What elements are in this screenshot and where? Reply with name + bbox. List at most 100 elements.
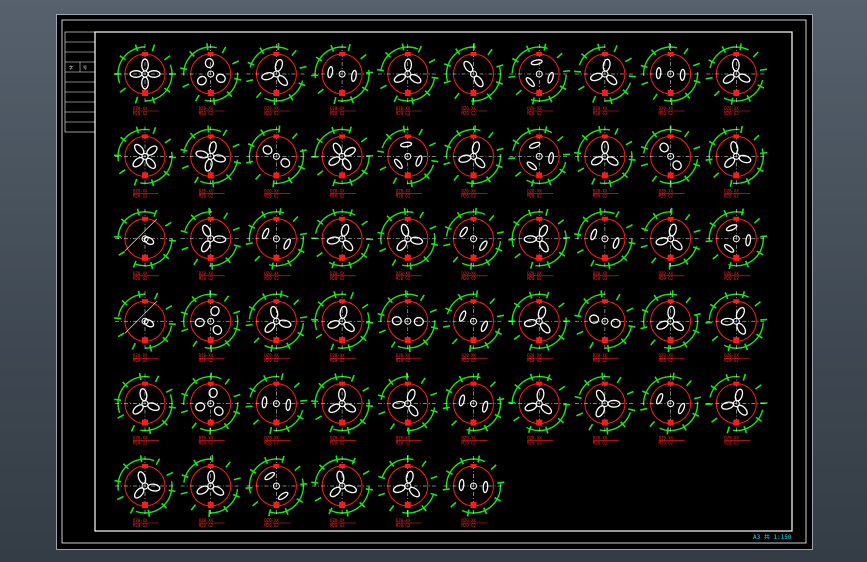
petal-hole bbox=[524, 402, 538, 412]
dimension-tick bbox=[349, 178, 353, 186]
petal-hole bbox=[471, 141, 481, 155]
dimension-arc bbox=[526, 161, 567, 185]
dimension-tick bbox=[349, 291, 354, 300]
bolt-holes bbox=[196, 57, 226, 86]
petal-hole bbox=[406, 388, 416, 402]
flange-part: DZ0-XXM20 G2 bbox=[640, 207, 701, 281]
dimension-tick bbox=[576, 330, 584, 336]
dimension-tick bbox=[148, 427, 152, 435]
dimension-tick bbox=[574, 395, 582, 399]
flange-part: DZ0-XXM20 G2 bbox=[574, 125, 636, 198]
red-marker bbox=[470, 134, 477, 139]
dimension-arc bbox=[643, 211, 673, 232]
dimension-tick bbox=[753, 134, 760, 141]
flange-part: DZ0-XXM20 G2 bbox=[180, 43, 242, 116]
dimension-tick bbox=[311, 481, 319, 484]
slot-hole bbox=[548, 151, 555, 165]
flange-part: DZ0-XXM20 G2 bbox=[508, 126, 571, 198]
part-spec: M20 G2 bbox=[330, 111, 345, 116]
dimension-tick bbox=[453, 174, 460, 181]
dimension-tick bbox=[153, 209, 158, 217]
petal-hole bbox=[720, 401, 735, 410]
dimension-tick bbox=[529, 373, 534, 381]
part-spec: M20 G2 bbox=[264, 276, 279, 281]
bolt-holes bbox=[132, 388, 160, 415]
part-spec: M20 G2 bbox=[593, 358, 608, 363]
part-spec: M20 G2 bbox=[724, 276, 739, 281]
dimension-tick bbox=[467, 427, 471, 435]
dimension-tick bbox=[114, 398, 122, 402]
part-spec: M20 G2 bbox=[659, 358, 674, 363]
dimension-tick bbox=[531, 97, 535, 105]
cad-canvas[interactable]: 字号 DZ0-XX M20 G2 DZ0-XX M20 G2 DZ0-XX M20 G2 D… bbox=[0, 0, 867, 562]
red-marker bbox=[536, 52, 543, 56]
part-spec: M20 G2 bbox=[396, 358, 411, 363]
slot-hole bbox=[482, 480, 489, 494]
dimension-tick bbox=[118, 169, 126, 175]
part-spec: M20 G2 bbox=[330, 358, 345, 363]
dimension-tick bbox=[147, 509, 151, 517]
red-marker bbox=[273, 419, 280, 426]
dimension-tick bbox=[299, 149, 307, 153]
slot-hole bbox=[526, 161, 538, 171]
red-marker bbox=[339, 381, 346, 386]
dimension-tick bbox=[490, 464, 497, 471]
round-hole bbox=[280, 158, 291, 168]
slot-hole bbox=[400, 141, 413, 148]
flange-part: DZ0-XXM20 G2 bbox=[180, 290, 241, 363]
petal-hole bbox=[523, 235, 537, 244]
dimension-tick bbox=[114, 479, 122, 483]
red-marker bbox=[207, 254, 214, 261]
red-marker bbox=[601, 216, 608, 221]
round-hole bbox=[195, 402, 206, 412]
petal-hole bbox=[392, 400, 406, 409]
dimension-tick bbox=[421, 460, 427, 468]
part-spec: M20 G2 bbox=[659, 441, 674, 446]
dimension-arc bbox=[314, 46, 347, 79]
dimension-tick bbox=[588, 423, 594, 431]
dimension-tick bbox=[150, 179, 155, 187]
dimension-tick bbox=[640, 146, 649, 150]
dimension-tick bbox=[470, 262, 473, 270]
dimension-tick bbox=[379, 247, 387, 253]
dimension-tick bbox=[299, 65, 307, 69]
dimension-tick bbox=[246, 79, 254, 83]
dimension-tick bbox=[452, 256, 459, 263]
slot-hole bbox=[679, 68, 686, 81]
dimension-arc bbox=[314, 458, 356, 486]
flange-part: DZ0-XXM20 G2 bbox=[180, 372, 241, 446]
dimension-tick bbox=[377, 231, 385, 235]
dimension-tick bbox=[223, 212, 229, 220]
dimension-tick bbox=[347, 344, 351, 352]
dimension-tick bbox=[154, 375, 160, 383]
dimension-tick bbox=[181, 328, 189, 333]
part-spec: M20 G2 bbox=[199, 111, 214, 116]
dimension-tick bbox=[474, 207, 477, 215]
slot-hole bbox=[350, 69, 357, 82]
red-marker bbox=[601, 299, 608, 304]
bolt-holes bbox=[329, 470, 358, 498]
slot-hole bbox=[327, 66, 334, 79]
dimension-tick bbox=[225, 461, 231, 468]
dimension-tick bbox=[488, 214, 495, 222]
flange-part: DZ0-XXM20 G2 bbox=[443, 125, 504, 198]
bolt-holes bbox=[720, 388, 748, 416]
flange-part: DZ0-XXM20 G2 bbox=[114, 455, 176, 528]
petal-hole bbox=[405, 470, 414, 484]
petal-hole bbox=[474, 157, 486, 169]
red-marker bbox=[733, 172, 740, 179]
dimension-tick bbox=[191, 422, 197, 429]
dimension-tick bbox=[233, 327, 241, 332]
parts-layer: DZ0-XXM20 G2DZ0-XXM20 G2DZ0-XXM20 G2DZ0-… bbox=[113, 42, 768, 528]
dimension-tick bbox=[430, 392, 438, 397]
red-marker bbox=[601, 90, 608, 96]
part-spec: M20 G2 bbox=[330, 441, 345, 446]
petal-hole bbox=[602, 58, 611, 72]
dimension-tick bbox=[430, 409, 438, 413]
dimension-tick bbox=[759, 68, 768, 72]
flange-part: DZ0-XXM20 G2 bbox=[705, 125, 768, 198]
red-marker bbox=[601, 419, 608, 426]
dimension-tick bbox=[233, 310, 241, 315]
petal-hole bbox=[261, 72, 275, 81]
section-line bbox=[124, 300, 158, 334]
